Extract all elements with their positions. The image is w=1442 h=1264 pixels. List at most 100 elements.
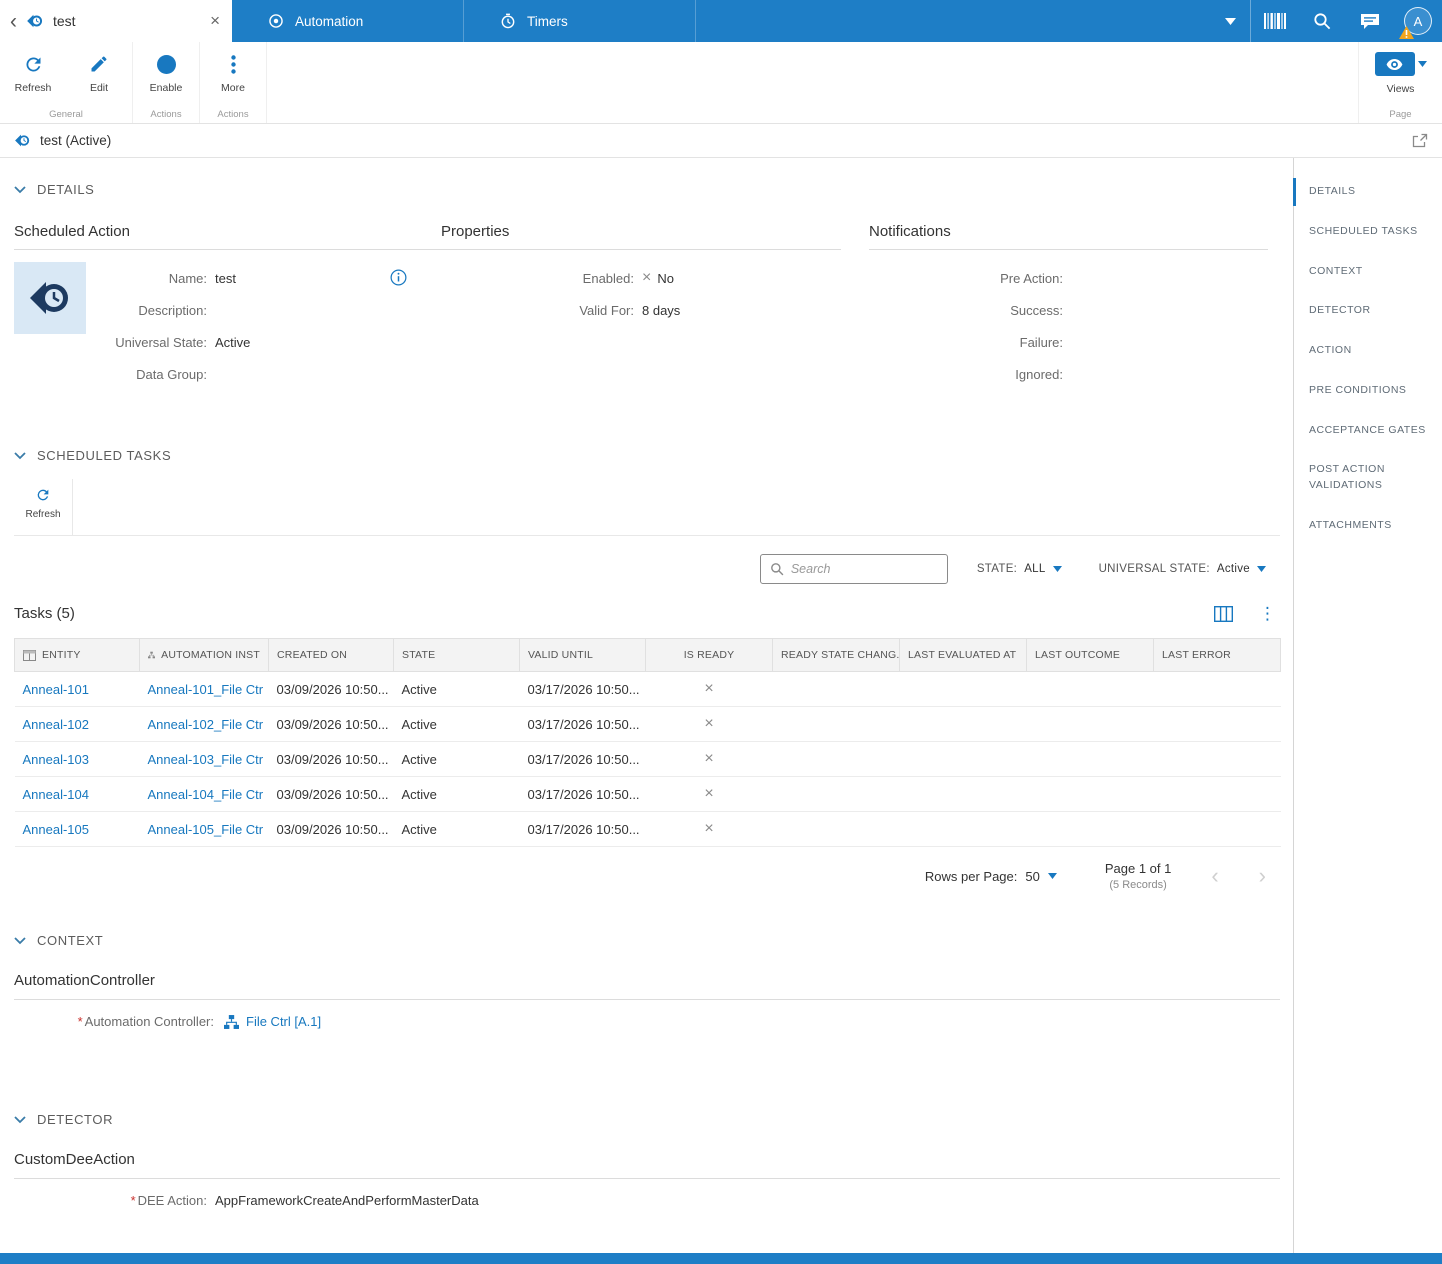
section-title: DETAILS bbox=[37, 182, 95, 197]
views-button[interactable] bbox=[1374, 52, 1427, 76]
column-header-last-error[interactable]: LAST ERROR bbox=[1153, 638, 1281, 672]
active-page-tab[interactable]: ‹ test × bbox=[0, 0, 232, 42]
table-row[interactable]: Anneal-102 Anneal-102_File Ctr 03/09/202… bbox=[14, 706, 1281, 742]
section-header-details[interactable]: DETAILS bbox=[14, 182, 1280, 197]
nav-item-pre-conditions[interactable]: PRE CONDITIONS bbox=[1294, 371, 1442, 411]
column-header-entity[interactable]: ENTITY bbox=[14, 638, 140, 672]
automation-instance-link[interactable]: Anneal-102_File Ctr bbox=[148, 717, 264, 732]
refresh-button[interactable]: Refresh bbox=[0, 42, 66, 109]
column-header-is-ready[interactable]: IS READY bbox=[645, 638, 773, 672]
messages-button[interactable] bbox=[1346, 0, 1394, 42]
context-subtitle: AutomationController bbox=[14, 972, 1280, 1000]
tasks-table: ENTITY AUTOMATION INST CREATED ON STATE … bbox=[14, 638, 1281, 847]
universal-state-filter[interactable]: UNIVERSAL STATE: Active bbox=[1099, 563, 1266, 575]
nav-item-context[interactable]: CONTEXT bbox=[1294, 252, 1442, 292]
entity-link[interactable]: Anneal-103 bbox=[23, 752, 90, 767]
search-input[interactable] bbox=[790, 562, 938, 576]
tab-label: Timers bbox=[527, 13, 568, 29]
rows-per-page-select[interactable]: Rows per Page: 50 bbox=[925, 869, 1057, 884]
column-header-created-on[interactable]: CREATED ON bbox=[268, 638, 394, 672]
panel-properties: Properties Enabled: × No Valid For: 8 da… bbox=[441, 223, 841, 390]
toolbar-group-label: Actions bbox=[150, 109, 182, 120]
nav-item-scheduled-tasks[interactable]: SCHEDULED TASKS bbox=[1294, 212, 1442, 252]
column-header-last-evaluated[interactable]: LAST EVALUATED AT bbox=[899, 638, 1027, 672]
nav-item-post-action-validations[interactable]: POST ACTION VALIDATIONS bbox=[1294, 450, 1442, 506]
filter-label: UNIVERSAL STATE: bbox=[1098, 563, 1210, 575]
back-icon[interactable]: ‹ bbox=[10, 11, 17, 32]
field-pre-action: Pre Action: bbox=[869, 262, 1268, 294]
column-chooser-icon[interactable] bbox=[1214, 605, 1233, 622]
field-label: DEE Action: bbox=[137, 1193, 207, 1208]
refresh-icon bbox=[23, 53, 44, 75]
scan-button[interactable] bbox=[1250, 0, 1298, 42]
field-label: Pre Action: bbox=[1000, 270, 1063, 286]
chevron-down-icon bbox=[14, 451, 26, 460]
automation-instance-link[interactable]: Anneal-101_File Ctr bbox=[148, 682, 264, 697]
automation-controller-link[interactable]: File Ctrl [A.1] bbox=[246, 1014, 321, 1029]
close-tab-icon[interactable]: × bbox=[210, 11, 220, 31]
automation-instance-link[interactable]: Anneal-103_File Ctr bbox=[148, 752, 264, 767]
tab-overflow-button[interactable] bbox=[1210, 0, 1250, 42]
field-label: Success: bbox=[1010, 302, 1063, 318]
field-dee-action: * DEE Action: AppFrameworkCreateAndPerfor… bbox=[14, 1193, 1280, 1208]
next-page-icon[interactable]: › bbox=[1259, 865, 1266, 887]
refresh-icon bbox=[35, 487, 51, 503]
section-header-context[interactable]: CONTEXT bbox=[14, 933, 1280, 948]
not-ready-icon: × bbox=[704, 750, 714, 767]
chat-icon bbox=[1361, 13, 1379, 29]
column-header-state[interactable]: STATE bbox=[393, 638, 520, 672]
application-window: ‹ test × Automation Timers A Refresh Edi… bbox=[0, 0, 1442, 1264]
entity-link[interactable]: Anneal-104 bbox=[23, 787, 90, 802]
more-button[interactable]: More bbox=[200, 42, 266, 109]
panel-notifications: Notifications Pre Action: Success: Failu… bbox=[869, 223, 1268, 390]
panel-scheduled-action: Scheduled Action Name: test Description:… bbox=[14, 223, 441, 390]
ribbon-toolbar: Refresh Edit General Enable Actions More… bbox=[0, 42, 1442, 124]
chevron-down-icon bbox=[14, 936, 26, 945]
state-filter[interactable]: STATE: ALL bbox=[977, 563, 1062, 575]
automation-instance-link[interactable]: Anneal-105_File Ctr bbox=[148, 822, 264, 837]
column-header-automation-instance[interactable]: AUTOMATION INST bbox=[139, 638, 269, 672]
enable-button[interactable]: Enable bbox=[133, 42, 199, 109]
previous-page-icon[interactable]: ‹ bbox=[1211, 865, 1218, 887]
info-icon[interactable] bbox=[390, 269, 407, 286]
automation-instance-link[interactable]: Anneal-104_File Ctr bbox=[148, 787, 264, 802]
column-header-valid-until[interactable]: VALID UNTIL bbox=[519, 638, 646, 672]
barcode-icon bbox=[1263, 13, 1286, 29]
not-ready-icon: × bbox=[704, 785, 714, 802]
nav-item-detector[interactable]: DETECTOR bbox=[1294, 291, 1442, 331]
state-cell: Active bbox=[393, 706, 520, 742]
field-failure: Failure: bbox=[869, 326, 1268, 358]
chevron-down-icon bbox=[1417, 61, 1427, 67]
nav-item-attachments[interactable]: ATTACHMENTS bbox=[1294, 506, 1442, 546]
entity-link[interactable]: Anneal-101 bbox=[23, 682, 90, 697]
tab-timers[interactable]: Timers bbox=[464, 0, 696, 42]
expand-window-icon[interactable] bbox=[1412, 133, 1428, 148]
table-row[interactable]: Anneal-103 Anneal-103_File Ctr 03/09/202… bbox=[14, 741, 1281, 777]
nav-item-action[interactable]: ACTION bbox=[1294, 331, 1442, 371]
tasks-refresh-button[interactable]: Refresh bbox=[14, 479, 73, 535]
search-button[interactable] bbox=[1298, 0, 1346, 42]
records-count: (5 Records) bbox=[1109, 879, 1167, 891]
field-label: Universal State: bbox=[115, 334, 207, 350]
section-header-scheduled-tasks[interactable]: SCHEDULED TASKS bbox=[14, 448, 1280, 463]
field-success: Success: bbox=[869, 294, 1268, 326]
chevron-down-icon bbox=[1257, 566, 1266, 572]
entity-link[interactable]: Anneal-105 bbox=[23, 822, 90, 837]
entity-grid-icon bbox=[23, 649, 36, 661]
column-header-last-outcome[interactable]: LAST OUTCOME bbox=[1026, 638, 1154, 672]
created-on-cell: 03/09/2026 10:50... bbox=[268, 706, 394, 742]
table-row[interactable]: Anneal-101 Anneal-101_File Ctr 03/09/202… bbox=[14, 671, 1281, 707]
entity-link[interactable]: Anneal-102 bbox=[23, 717, 90, 732]
field-label: Ignored: bbox=[1015, 366, 1063, 382]
table-row[interactable]: Anneal-104 Anneal-104_File Ctr 03/09/202… bbox=[14, 776, 1281, 812]
nav-item-acceptance-gates[interactable]: ACCEPTANCE GATES bbox=[1294, 411, 1442, 451]
tab-automation[interactable]: Automation bbox=[232, 0, 464, 42]
nav-item-details[interactable]: DETAILS bbox=[1293, 172, 1442, 212]
section-header-detector[interactable]: DETECTOR bbox=[14, 1112, 1280, 1127]
edit-button[interactable]: Edit bbox=[66, 42, 132, 109]
valid-until-cell: 03/17/2026 10:50... bbox=[519, 741, 646, 777]
table-row[interactable]: Anneal-105 Anneal-105_File Ctr 03/09/202… bbox=[14, 811, 1281, 847]
column-header-ready-state-change[interactable]: READY STATE CHANG... bbox=[772, 638, 900, 672]
field-label: Automation Controller: bbox=[84, 1014, 214, 1029]
search-icon bbox=[770, 562, 784, 576]
